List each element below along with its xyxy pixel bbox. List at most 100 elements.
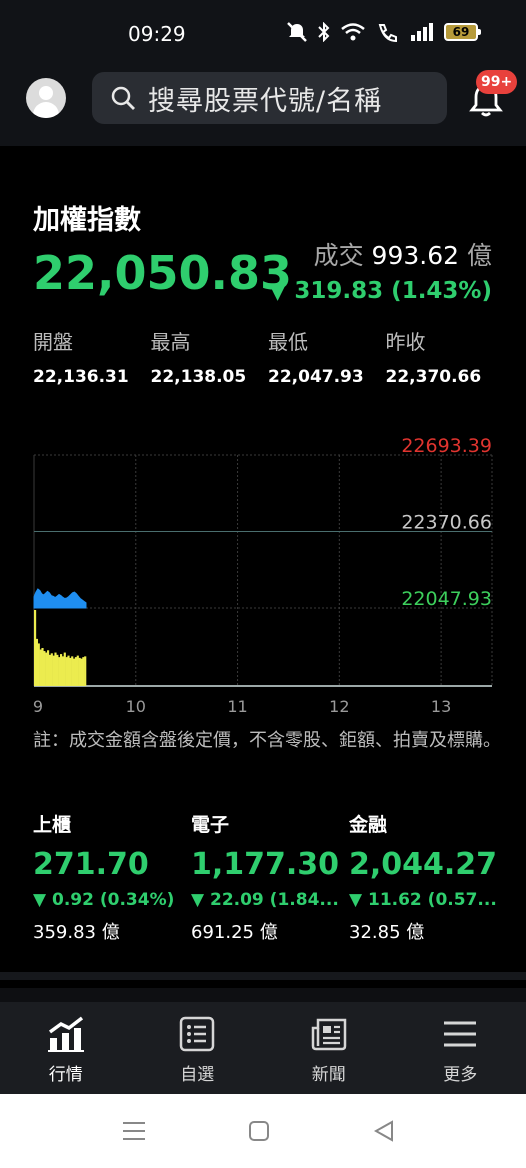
ohlc-value: 22,047.93 [268,367,364,387]
x-tick-label: 13 [431,697,451,716]
ohlc-low: 最低 22,047.93 [268,326,386,387]
volume-bar [71,656,74,686]
intraday-chart[interactable]: 22693.39 22370.66 22047.93 9 10 11 12 13 [0,430,526,720]
volume-bar [34,610,37,686]
sub-index-name: 電子 [191,814,230,836]
volume-bar [61,656,65,686]
volume-bar [82,657,85,686]
ohlc-open: 開盤 22,136.31 [33,326,151,387]
sub-index-name: 金融 [349,814,388,836]
sub-index-change: ▼ 0.92 (0.34%) [33,890,175,910]
nav-item-watchlist[interactable]: 自選 [132,1002,264,1094]
volume-bar [69,657,72,686]
volume-bar [74,657,78,686]
sub-index-name: 上櫃 [33,814,72,836]
volume-bar [80,658,83,686]
x-tick-label: 10 [126,697,146,716]
sub-index-value: 2,044.27 [349,847,498,882]
volume-bar [52,655,55,686]
volume-bar [78,657,81,686]
sub-index-volume: 32.85 億 [349,922,425,943]
volume-bar [45,652,48,686]
mute-icon [287,22,307,42]
sub-index-card[interactable]: 金融 2,044.27 ▼ 11.62 (0.57... 32.85 億 [349,810,507,944]
volume-bar [76,655,79,686]
next-section [0,988,526,1002]
back-icon[interactable] [372,1119,396,1143]
volume-bar [65,657,68,686]
sub-indexes: 上櫃 271.70 ▼ 0.92 (0.34%) 359.83 億 電子 1,1… [33,810,513,944]
home-icon[interactable] [248,1120,270,1142]
recent-apps-icon[interactable] [122,1120,146,1142]
avatar-body-icon [33,102,59,118]
volume-bar [50,653,53,686]
x-tick-label: 12 [329,697,349,716]
volume-bar [84,656,87,686]
nav-label: 新聞 [311,1065,346,1085]
sub-index-card[interactable]: 上櫃 271.70 ▼ 0.92 (0.34%) 359.83 億 [33,810,191,944]
index-volume: 成交 993.62 億 [314,236,492,272]
volume-bar [73,658,76,686]
y-label-lower: 22047.93 [401,588,492,610]
volume-unit: 億 [466,241,492,270]
volume-bar [39,649,42,686]
volume-bar [63,652,66,686]
sub-index-volume: 691.25 億 [191,922,278,943]
volume-bar [41,648,44,686]
x-tick-label: 11 [227,697,247,716]
ohlc-label: 昨收 [385,330,426,354]
system-nav-bar [0,1094,526,1168]
menu-icon [444,1021,477,1047]
volume-bar [47,650,50,686]
status-icons: 69 [286,22,481,42]
volume-value: 993.62 [371,241,460,270]
volume-bar [43,651,46,686]
ohlc-label: 最低 [268,330,308,354]
ohlc-value: 22,136.31 [33,367,129,387]
y-label-upper: 22693.39 [401,435,492,457]
index-name: 加權指數 [33,205,141,236]
avatar-head-icon [39,86,53,100]
search-input[interactable]: 搜尋股票代號/名稱 [92,72,447,124]
sub-index-volume: 359.83 億 [33,922,120,943]
volume-bar [48,654,52,686]
sub-index-change: ▼ 22.09 (1.84... [191,890,339,910]
ohlc-prev-close: 昨收 22,370.66 [386,326,504,387]
price-area-series [33,588,87,609]
ohlc-value: 22,370.66 [385,367,482,387]
sub-index-value: 1,177.30 [191,847,340,882]
bluetooth-icon [318,22,330,42]
index-change: ▼ 319.83 (1.43%) [268,278,492,304]
ohlc-label: 最高 [150,330,191,354]
status-time: 09:29 [128,22,186,46]
nav-item-news[interactable]: 新聞 [263,1002,395,1094]
ohlc-value: 22,138.05 [150,367,247,387]
volume-bar [56,654,59,686]
ohlc-label: 開盤 [33,330,73,354]
nav-label: 更多 [443,1065,478,1085]
nav-label: 自選 [180,1065,215,1085]
nav-item-market[interactable]: 行情 [0,1002,132,1094]
sub-index-card[interactable]: 電子 1,177.30 ▼ 22.09 (1.84... 691.25 億 [191,810,349,944]
battery-icon: 69 [444,23,481,41]
section-divider [0,972,526,980]
volume-label: 成交 [313,241,364,270]
call-icon [378,24,397,42]
volume-bar [54,652,57,686]
index-value: 22,050.83 [33,246,292,300]
volume-bar [35,638,39,686]
wifi-icon [341,23,365,41]
intraday-chart-svg: 22693.39 22370.66 22047.93 9 10 11 12 13 [33,435,493,716]
sub-index-change: ▼ 11.62 (0.57... [349,890,497,910]
volume-bar [58,657,61,686]
signal-icon [411,23,433,41]
nav-label: 行情 [48,1065,83,1085]
notification-badge: 99+ [476,70,518,94]
footnote: 註：成交金額含盤後定價，不含零股、鉅額、拍賣及標購。 [33,730,501,751]
chart-icon [47,1016,84,1052]
nav-item-more[interactable]: 更多 [395,1002,526,1094]
y-label-reference: 22370.66 [401,512,492,534]
avatar[interactable] [26,78,66,118]
ohlc-high: 最高 22,138.05 [151,326,269,387]
search-placeholder: 搜尋股票代號/名稱 [148,85,383,117]
